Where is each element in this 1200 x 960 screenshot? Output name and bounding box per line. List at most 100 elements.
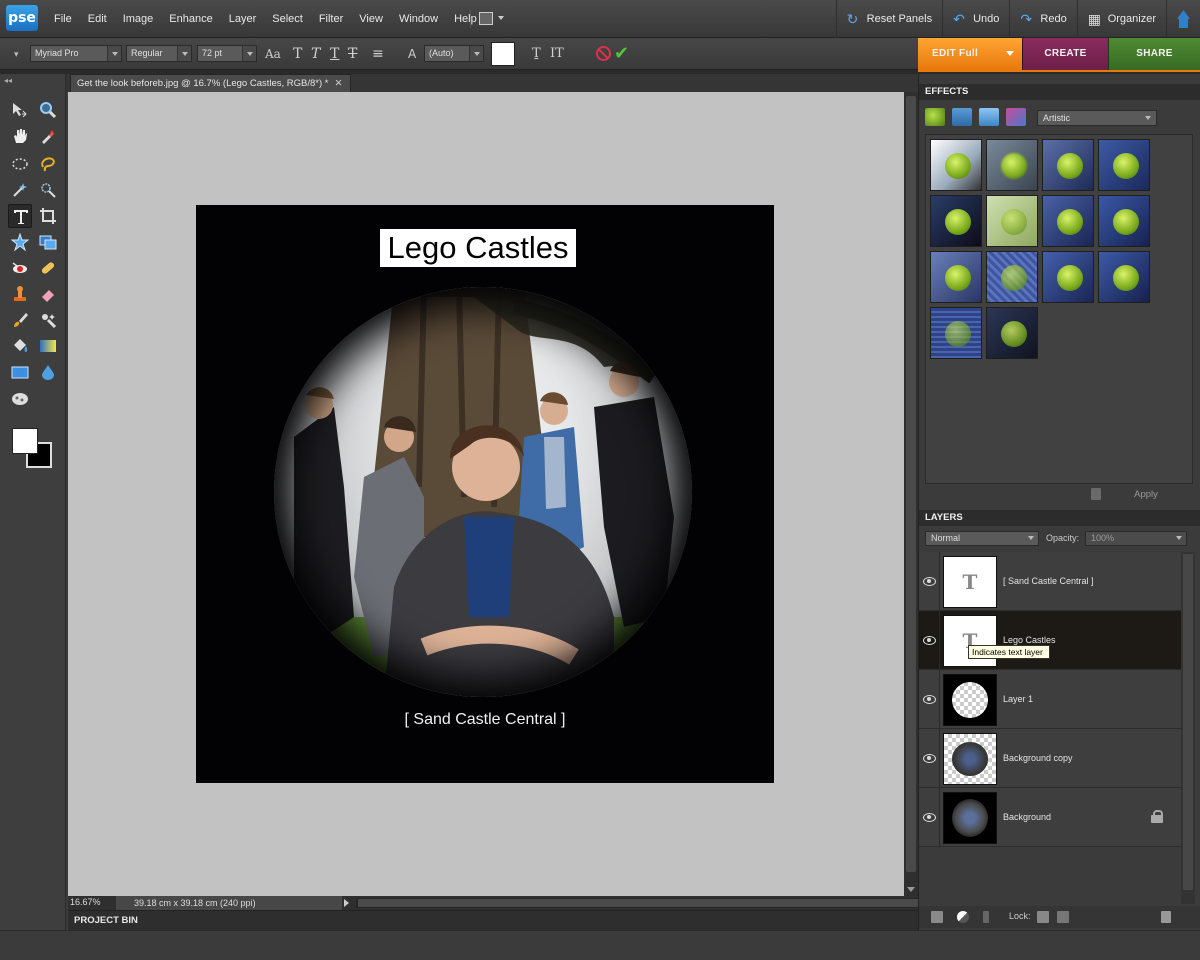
filters-icon[interactable]	[925, 108, 945, 126]
lock-transparency-icon[interactable]	[1037, 911, 1049, 923]
trash-icon[interactable]	[1091, 488, 1101, 500]
tab-create[interactable]: CREATE	[1022, 38, 1108, 70]
underline-icon[interactable]: T	[330, 46, 339, 62]
scroll-thumb[interactable]	[1183, 554, 1193, 890]
quick-selection-tool[interactable]	[36, 178, 60, 202]
foreground-color-swatch[interactable]	[12, 428, 38, 454]
healing-brush-tool[interactable]	[36, 256, 60, 280]
layer-name[interactable]: Background copy	[1003, 753, 1073, 763]
organizer-button[interactable]: ▦ Organizer	[1076, 0, 1166, 38]
magic-wand-tool[interactable]	[8, 178, 32, 202]
effect-thumbnail[interactable]	[930, 251, 982, 303]
faux-italic-icon[interactable]: T	[311, 46, 320, 62]
recompose-tool[interactable]	[36, 230, 60, 254]
effect-thumbnail[interactable]	[1042, 195, 1094, 247]
shape-tool[interactable]	[8, 360, 32, 384]
layer-thumbnail[interactable]	[943, 674, 997, 726]
menu-file[interactable]: File	[46, 0, 80, 38]
eye-icon[interactable]	[922, 633, 936, 647]
eye-icon[interactable]	[922, 751, 936, 765]
opacity-input[interactable]: 100%	[1085, 531, 1187, 546]
smart-brush-tool[interactable]	[36, 308, 60, 332]
menu-image[interactable]: Image	[115, 0, 162, 38]
cookie-cutter-tool[interactable]	[8, 230, 32, 254]
font-size-select[interactable]: 72 pt	[197, 45, 257, 62]
scroll-thumb[interactable]	[358, 899, 948, 907]
menu-view[interactable]: View	[351, 0, 391, 38]
lasso-tool[interactable]	[36, 152, 60, 176]
apply-button[interactable]: Apply	[1105, 486, 1187, 503]
brush-tool[interactable]	[8, 308, 32, 332]
eyedropper-tool[interactable]	[36, 124, 60, 148]
text-layer-thumbnail[interactable]: T	[943, 615, 997, 667]
layer-row[interactable]: Background	[919, 788, 1181, 847]
collapse-tools-icon[interactable]: ◂◂	[4, 76, 12, 85]
text-orientation-icon[interactable]: IT	[550, 46, 564, 62]
gradient-tool[interactable]	[36, 334, 60, 358]
eye-icon[interactable]	[922, 574, 936, 588]
tab-edit-full[interactable]: EDIT Full	[918, 38, 1022, 70]
effect-thumbnail[interactable]	[986, 307, 1038, 359]
layer-name[interactable]: Layer 1	[1003, 694, 1033, 704]
text-color-swatch[interactable]	[491, 42, 515, 66]
layer-row[interactable]: T [ Sand Castle Central ]	[919, 552, 1181, 611]
app-logo[interactable]: pse	[6, 5, 38, 31]
layer-thumbnail[interactable]	[943, 733, 997, 785]
new-layer-icon[interactable]	[931, 911, 943, 923]
cancel-edit-icon[interactable]	[596, 46, 611, 61]
marquee-tool[interactable]	[8, 152, 32, 176]
reset-panels-button[interactable]: ↻ Reset Panels	[835, 0, 942, 38]
status-menu-icon[interactable]	[344, 899, 349, 907]
effect-thumbnail[interactable]	[1098, 139, 1150, 191]
hand-tool[interactable]	[8, 124, 32, 148]
layer-row[interactable]: Background copy	[919, 729, 1181, 788]
adjustment-layer-icon[interactable]	[957, 911, 969, 923]
eraser-tool[interactable]	[36, 282, 60, 306]
tool-preset-icon[interactable]: ▾	[14, 47, 19, 63]
blend-mode-select[interactable]: Normal	[925, 531, 1039, 546]
effect-thumbnail[interactable]	[1042, 251, 1094, 303]
eye-icon[interactable]	[922, 692, 936, 706]
home-button[interactable]	[1166, 0, 1200, 38]
canvas-subtitle-text[interactable]: [ Sand Castle Central ]	[196, 711, 774, 729]
effect-thumbnail[interactable]	[986, 251, 1038, 303]
canvas-area[interactable]: Lego Castles [ Sand Castle Central ]	[68, 92, 904, 896]
all-effects-icon[interactable]	[1006, 108, 1026, 126]
zoom-tool[interactable]	[36, 98, 60, 122]
menu-edit[interactable]: Edit	[80, 0, 115, 38]
layer-row[interactable]: Layer 1	[919, 670, 1181, 729]
scroll-down-icon[interactable]	[907, 887, 915, 892]
menu-filter[interactable]: Filter	[311, 0, 351, 38]
font-family-select[interactable]: Myriad Pro	[30, 45, 122, 62]
menu-select[interactable]: Select	[264, 0, 311, 38]
close-icon[interactable]: ✕	[335, 78, 343, 89]
layers-scrollbar[interactable]	[1181, 552, 1195, 904]
effect-thumbnail[interactable]	[1098, 251, 1150, 303]
lock-all-icon[interactable]	[1057, 911, 1069, 923]
layer-row[interactable]: T Lego Castles	[919, 611, 1181, 670]
layer-name[interactable]: Lego Castles	[1003, 635, 1056, 645]
menu-window[interactable]: Window	[391, 0, 446, 38]
layer-styles-icon[interactable]	[952, 108, 972, 126]
scroll-thumb[interactable]	[906, 96, 916, 872]
canvas-vertical-scrollbar[interactable]	[904, 92, 918, 896]
canvas-title-text[interactable]: Lego Castles	[380, 229, 576, 267]
move-tool[interactable]	[8, 98, 32, 122]
type-tool[interactable]	[8, 204, 32, 228]
clone-stamp-tool[interactable]	[8, 282, 32, 306]
font-style-select[interactable]: Regular	[126, 45, 192, 62]
photo-effects-icon[interactable]	[979, 108, 999, 126]
zoom-level[interactable]: 16.67%	[70, 897, 101, 907]
effect-thumbnail[interactable]	[986, 139, 1038, 191]
layer-thumbnail[interactable]	[943, 792, 997, 844]
paint-bucket-tool[interactable]	[8, 334, 32, 358]
project-bin[interactable]: PROJECT BIN	[68, 910, 918, 930]
warp-text-icon[interactable]: Ṯ	[532, 46, 541, 62]
sponge-tool[interactable]	[8, 386, 32, 410]
eye-icon[interactable]	[922, 810, 936, 824]
redo-button[interactable]: ↷ Redo	[1009, 0, 1076, 38]
align-text-icon[interactable]: ≡	[372, 46, 384, 62]
menu-enhance[interactable]: Enhance	[161, 0, 220, 38]
font-size-toggle-icon[interactable]: Aa	[265, 46, 281, 62]
effects-panel-header[interactable]: EFFECTS	[919, 84, 1200, 100]
